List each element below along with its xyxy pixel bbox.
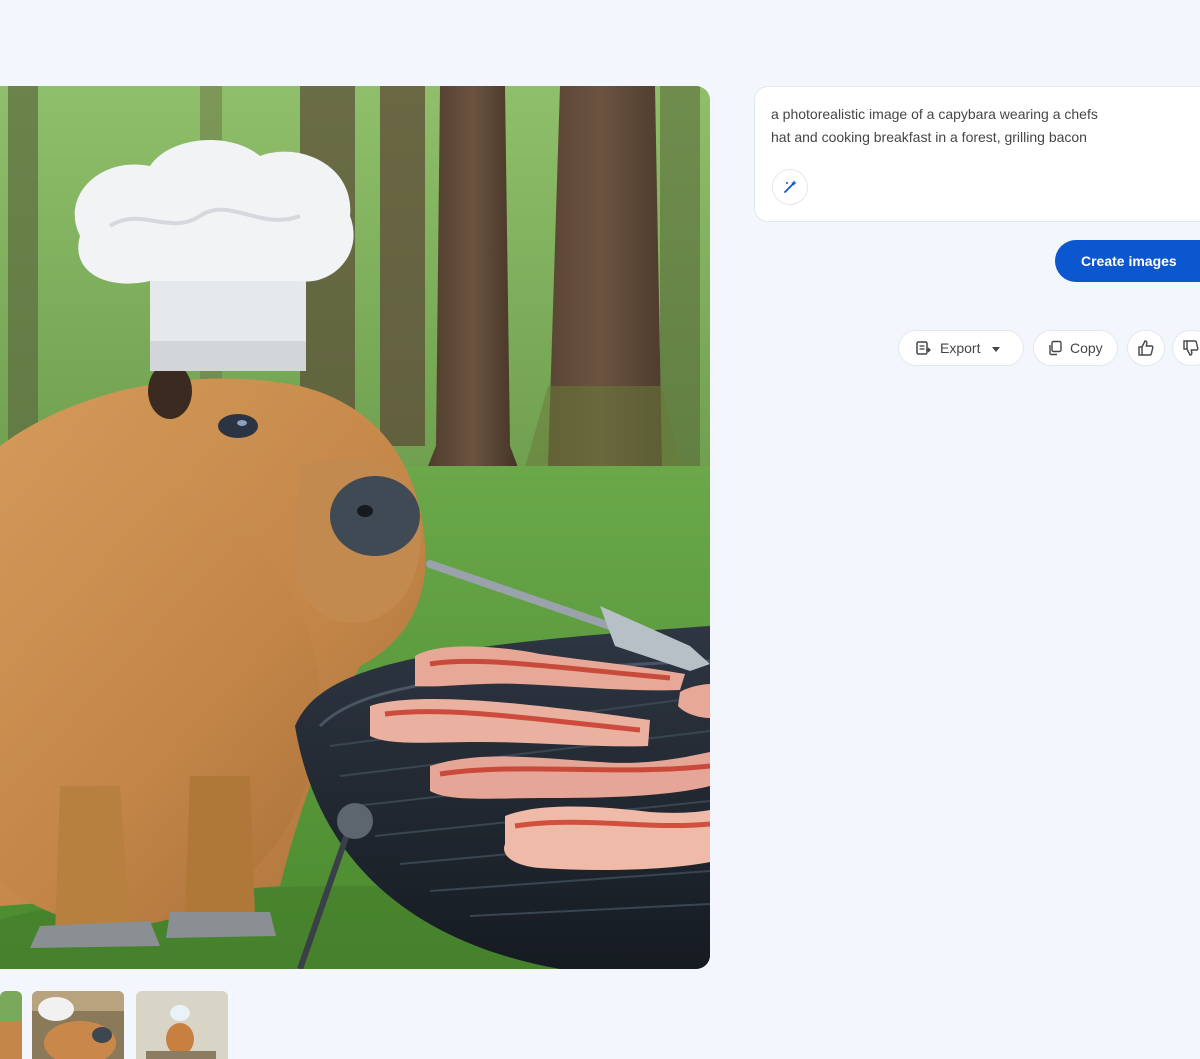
export-button[interactable]: Export xyxy=(898,330,1024,366)
prompt-line-1: a photorealistic image of a capybara wea… xyxy=(771,106,1098,122)
like-button[interactable] xyxy=(1127,330,1165,366)
magic-wand-icon xyxy=(784,180,797,193)
thumb-up-icon xyxy=(1137,339,1155,357)
prompt-text: a photorealistic image of a capybara wea… xyxy=(771,103,1191,149)
prompt-card: a photorealistic image of a capybara wea… xyxy=(754,86,1200,222)
thumbnail-3[interactable] xyxy=(136,991,228,1059)
thumbnail-1[interactable] xyxy=(0,991,22,1059)
thumbnail-2[interactable] xyxy=(32,991,124,1059)
thumb-down-icon xyxy=(1182,339,1200,357)
export-label: Export xyxy=(940,340,981,356)
enhance-prompt-button[interactable] xyxy=(772,169,808,205)
create-images-button[interactable]: Create images xyxy=(1055,240,1200,282)
sheets-export-icon xyxy=(915,340,931,356)
generated-image[interactable] xyxy=(0,86,710,969)
copy-label: Copy xyxy=(1070,340,1103,356)
chevron-down-icon xyxy=(992,340,1001,356)
copy-button[interactable]: Copy xyxy=(1033,330,1118,366)
copy-icon xyxy=(1047,340,1063,356)
dislike-button[interactable] xyxy=(1172,330,1200,366)
prompt-line-2: hat and cooking breakfast in a forest, g… xyxy=(771,129,1087,145)
capybara-chef-image xyxy=(0,86,710,969)
